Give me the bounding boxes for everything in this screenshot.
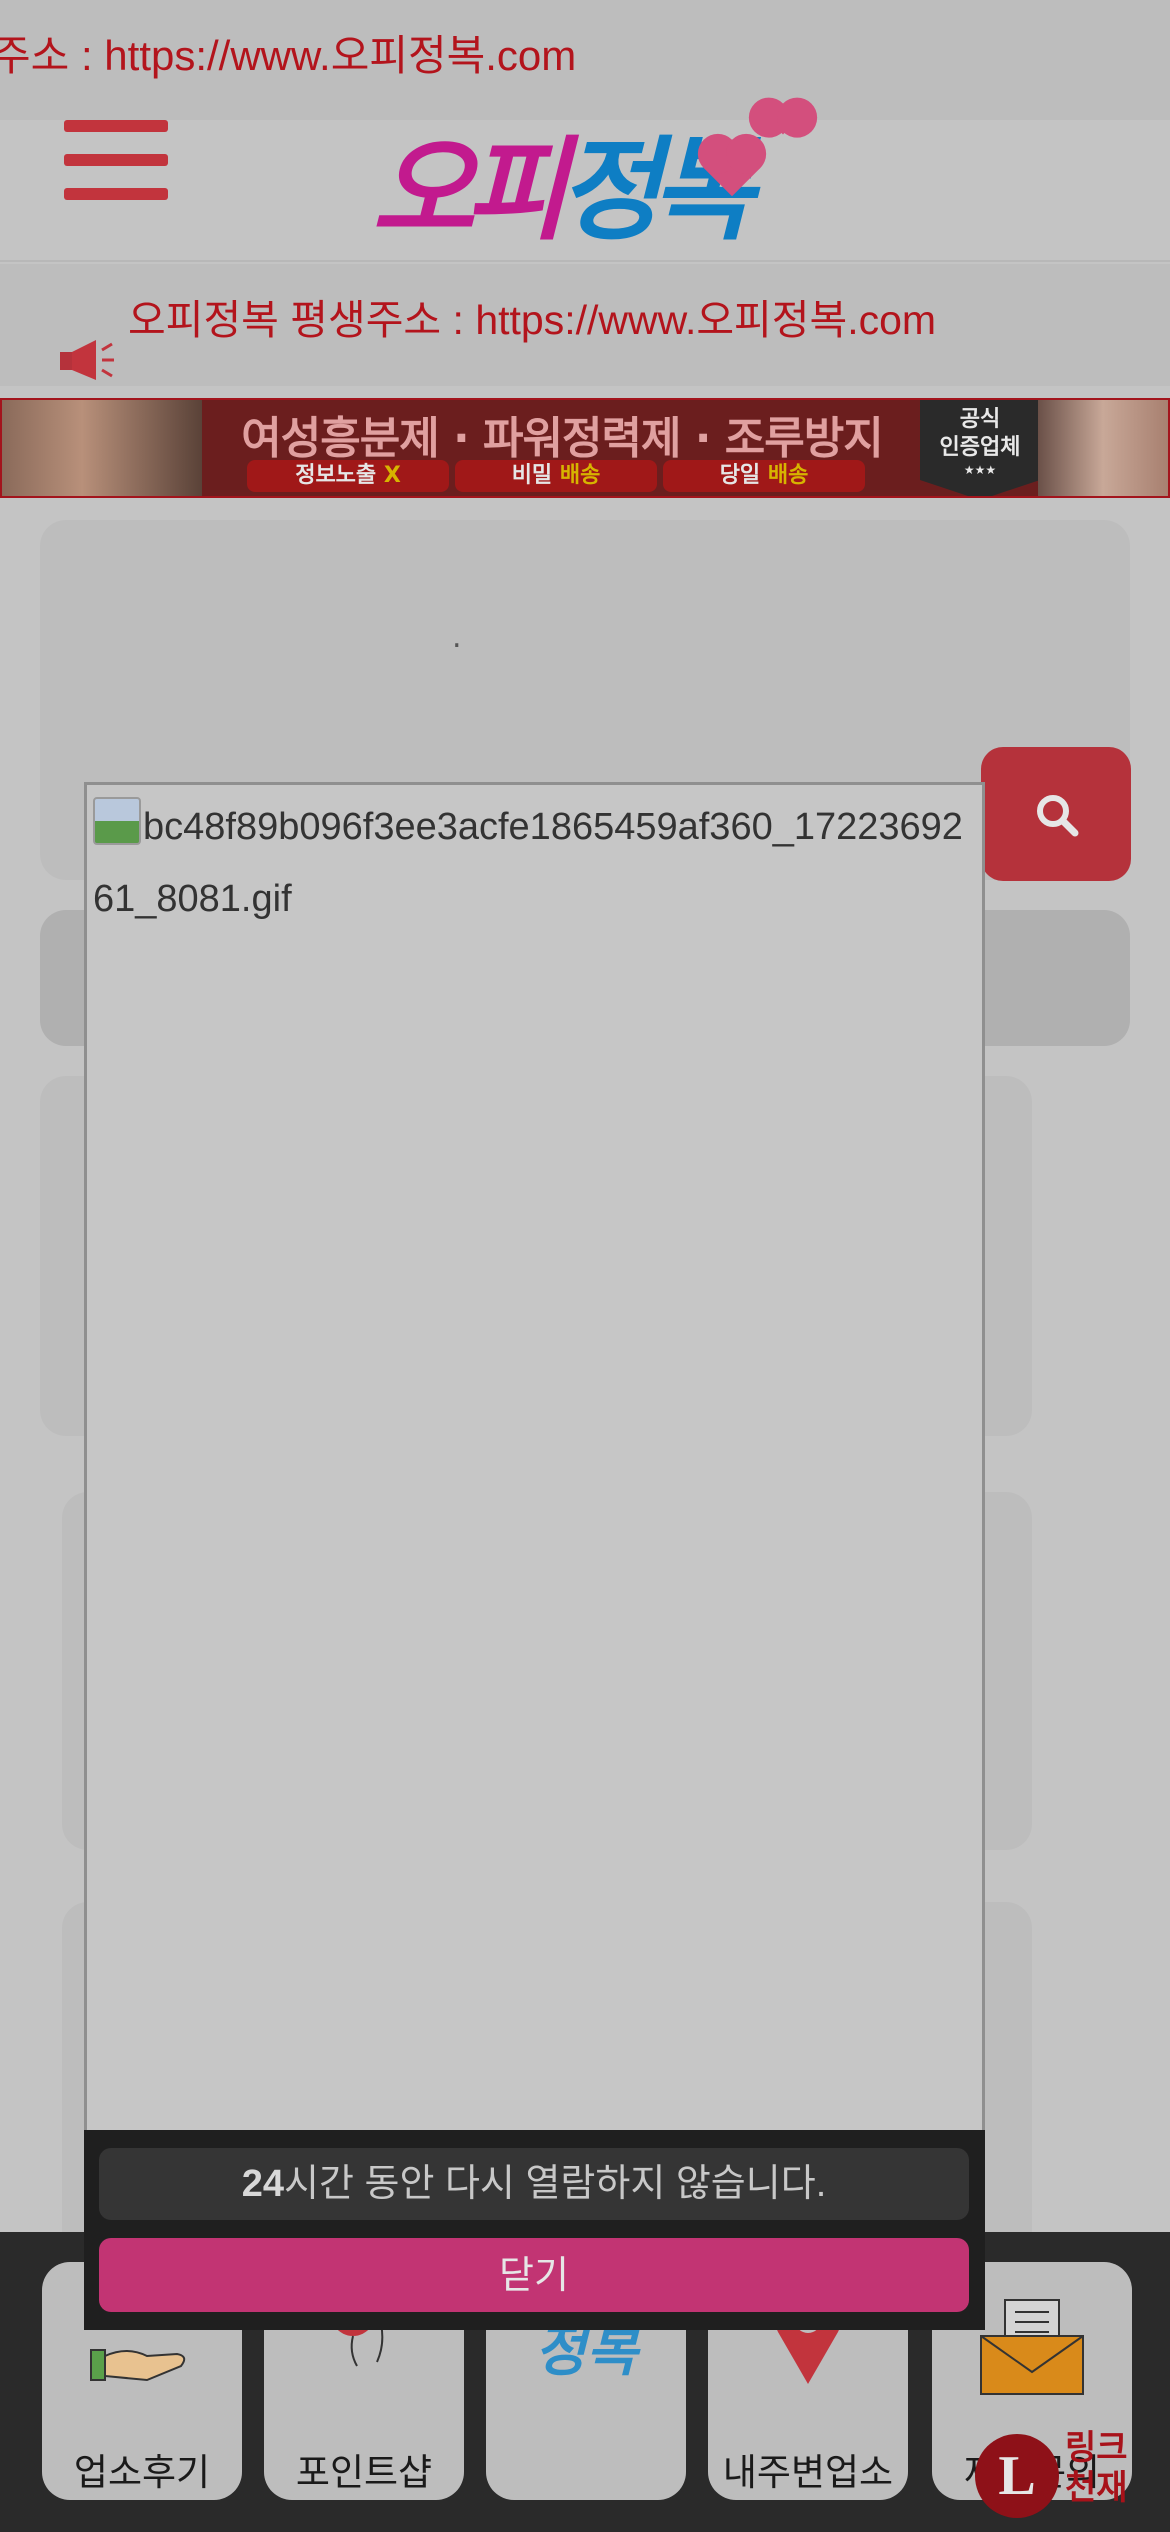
floating-link-ad[interactable]: L 링크 천재 xyxy=(975,2428,1155,2518)
link-logo-icon: L xyxy=(975,2434,1059,2518)
search-dot: . xyxy=(452,620,462,655)
site-logo[interactable]: 오피정복 xyxy=(372,100,802,256)
banner-photo-right xyxy=(1038,400,1168,496)
broken-image-icon xyxy=(93,797,141,845)
search-icon xyxy=(1037,795,1079,837)
search-button[interactable] xyxy=(981,747,1131,881)
banner-pill: 비밀 배송 xyxy=(455,460,657,492)
popup-footer: 24시간 동안 다시 열람하지 않습니다. 닫기 xyxy=(84,2130,985,2330)
logo-text-a: 오피 xyxy=(372,126,568,256)
certified-badge: 공식 인증업체 ★★★ xyxy=(920,400,1040,496)
megaphone-icon xyxy=(60,340,114,380)
menu-icon[interactable] xyxy=(64,120,170,202)
nav-label: 포인트샵 xyxy=(295,2452,433,2493)
banner-headline: 여성흥분제 · 파워정력제 · 조루방지 xyxy=(241,413,883,464)
popup-modal: bc48f89b096f3ee3acfe1865459af360_1722369… xyxy=(84,782,985,2328)
notice-bar: 오피정복 평생주소 : https://www.오피정복.com xyxy=(0,264,1170,386)
banner-pill: 정보노출 X xyxy=(247,460,449,492)
popup-close-button[interactable]: 닫기 xyxy=(99,2238,969,2312)
notice-text: 오피정복 평생주소 : https://www.오피정복.com xyxy=(128,297,937,343)
popup-image-alt: bc48f89b096f3ee3acfe1865459af360_1722369… xyxy=(93,806,963,920)
banner-photo-left xyxy=(2,400,202,496)
float-ad-text: 링크 천재 xyxy=(1065,2428,1128,2508)
envelope-icon xyxy=(980,2299,1084,2395)
marquee-text: 주소 : https://www.오피정복.com xyxy=(0,32,577,79)
hide-24h-button[interactable]: 24시간 동안 다시 열람하지 않습니다. xyxy=(99,2148,969,2220)
site-header: 오피정복 xyxy=(0,103,1170,262)
heart-icon xyxy=(767,103,799,135)
banner-pill: 당일 배송 xyxy=(663,460,865,492)
popup-broken-image[interactable]: bc48f89b096f3ee3acfe1865459af360_1722369… xyxy=(93,791,973,935)
nav-label: 내주변업소 xyxy=(722,2452,894,2493)
ad-banner[interactable]: 여성흥분제 · 파워정력제 · 조루방지 정보노출 X 비밀 배송 당일 배송 … xyxy=(0,398,1170,498)
nav-label: 업소후기 xyxy=(73,2452,211,2493)
